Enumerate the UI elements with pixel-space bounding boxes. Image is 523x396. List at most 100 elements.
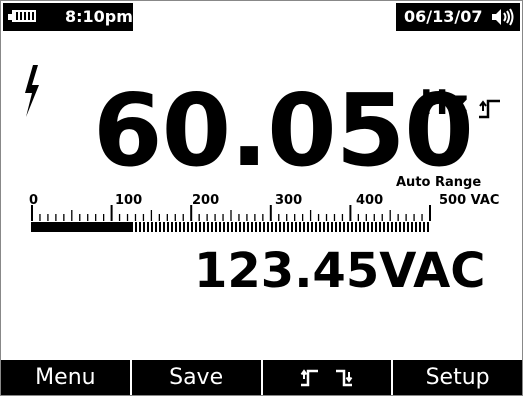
bargraph-segment xyxy=(383,222,385,232)
bargraph-segment xyxy=(259,222,261,232)
bargraph-segment xyxy=(155,222,157,232)
bargraph-segment xyxy=(375,222,377,232)
bargraph-segment xyxy=(183,222,185,232)
primary-reading: 60.050 xyxy=(93,72,474,189)
bargraph-segment xyxy=(131,222,133,232)
bargraph-segment xyxy=(331,222,333,232)
bargraph-segment xyxy=(163,222,165,232)
bargraph-segment xyxy=(187,222,189,232)
bargraph-segment xyxy=(215,222,217,232)
bargraph-segment xyxy=(303,222,305,232)
bargraph-segment xyxy=(211,222,213,232)
bargraph-segment xyxy=(195,222,197,232)
time-display: 8:10pm xyxy=(65,7,133,26)
bargraph-segment xyxy=(335,222,337,232)
bargraph-segment xyxy=(355,222,357,232)
range-mode-label: Auto Range xyxy=(396,175,482,190)
bargraph-segment xyxy=(159,222,161,232)
bargraph-segment xyxy=(351,222,353,232)
bargraph-segment xyxy=(419,222,421,232)
bargraph-segment xyxy=(231,222,233,232)
softkey-bar: Menu Save Setup xyxy=(1,360,522,395)
date-display: 06/13/07 xyxy=(404,7,483,26)
secondary-reading: 123.45VAC xyxy=(194,243,486,299)
bargraph-segment xyxy=(395,222,397,232)
bargraph-segment xyxy=(243,222,245,232)
bargraph-segment xyxy=(371,222,373,232)
falling-edge-icon xyxy=(335,369,353,386)
battery-full-icon xyxy=(12,10,36,22)
bargraph-segment xyxy=(415,222,417,232)
bargraph-segment xyxy=(359,222,361,232)
bargraph-segment xyxy=(203,222,205,232)
bargraph-segment xyxy=(227,222,229,232)
bargraph-segment xyxy=(295,222,297,232)
secondary-value: 123.45 xyxy=(194,243,380,299)
status-bar-left: 8:10pm xyxy=(3,3,133,31)
bargraph-segment xyxy=(423,222,425,232)
bargraph-segment xyxy=(427,222,429,232)
bargraph-segment xyxy=(147,222,149,232)
bargraph-segment xyxy=(283,222,285,232)
bargraph-segment xyxy=(343,222,345,232)
trigger-edge-softkey[interactable] xyxy=(262,360,392,395)
bargraph-segment xyxy=(367,222,369,232)
bargraph-segment xyxy=(279,222,281,232)
bargraph-segment xyxy=(171,222,173,232)
bargraph-segment xyxy=(315,222,317,232)
primary-unit: Hz xyxy=(420,83,469,123)
bargraph-segment xyxy=(235,222,237,232)
bargraph-segment xyxy=(207,222,209,232)
bargraph-segment xyxy=(275,222,277,232)
scale-label-500: 500 VAC xyxy=(439,193,500,208)
bargraph-segment xyxy=(379,222,381,232)
status-bar-right: 06/13/07 xyxy=(396,3,520,31)
bargraph-segment xyxy=(347,222,349,232)
bargraph-segment xyxy=(247,222,249,232)
bargraph-segment xyxy=(151,222,153,232)
bargraph-segment xyxy=(167,222,169,232)
bargraph-segment xyxy=(391,222,393,232)
bargraph-segment xyxy=(411,222,413,232)
bargraph-segment xyxy=(387,222,389,232)
lightning-bolt-icon xyxy=(25,65,39,117)
bargraph-segment xyxy=(175,222,177,232)
bargraph-segment xyxy=(287,222,289,232)
bargraph-segment xyxy=(399,222,401,232)
bargraph-scale-ticks xyxy=(31,205,431,221)
setup-softkey[interactable]: Setup xyxy=(393,360,522,395)
secondary-unit: VAC xyxy=(379,243,486,299)
bargraph-segment xyxy=(327,222,329,232)
rising-edge-icon xyxy=(300,368,318,386)
bargraph-segment xyxy=(291,222,293,232)
bargraph-segment xyxy=(263,222,265,232)
bargraph-segment xyxy=(363,222,365,232)
bargraph-segment xyxy=(299,222,301,232)
bargraph-segment xyxy=(319,222,321,232)
bargraph-segment xyxy=(135,222,137,232)
speaker-icon xyxy=(492,8,514,26)
bargraph-segment xyxy=(339,222,341,232)
bargraph-segment xyxy=(251,222,253,232)
bargraph-segment xyxy=(139,222,141,232)
bargraph-segment xyxy=(239,222,241,232)
bargraph-segment xyxy=(191,222,193,232)
bargraph-segment xyxy=(223,222,225,232)
bargraph-segment xyxy=(255,222,257,232)
save-softkey[interactable]: Save xyxy=(131,360,261,395)
analog-bargraph xyxy=(31,222,429,232)
bargraph-fill xyxy=(31,222,131,232)
rising-edge-trigger-icon xyxy=(479,99,500,119)
bargraph-segment xyxy=(311,222,313,232)
bargraph-segment xyxy=(179,222,181,232)
bargraph-segment xyxy=(407,222,409,232)
bargraph-segment xyxy=(403,222,405,232)
edge-icons xyxy=(300,368,354,387)
bargraph-segment xyxy=(271,222,273,232)
bargraph-segment xyxy=(219,222,221,232)
bargraph-segment xyxy=(307,222,309,232)
bargraph-segment xyxy=(143,222,145,232)
bargraph-segment xyxy=(199,222,201,232)
bargraph-segment xyxy=(267,222,269,232)
menu-softkey[interactable]: Menu xyxy=(1,360,130,395)
